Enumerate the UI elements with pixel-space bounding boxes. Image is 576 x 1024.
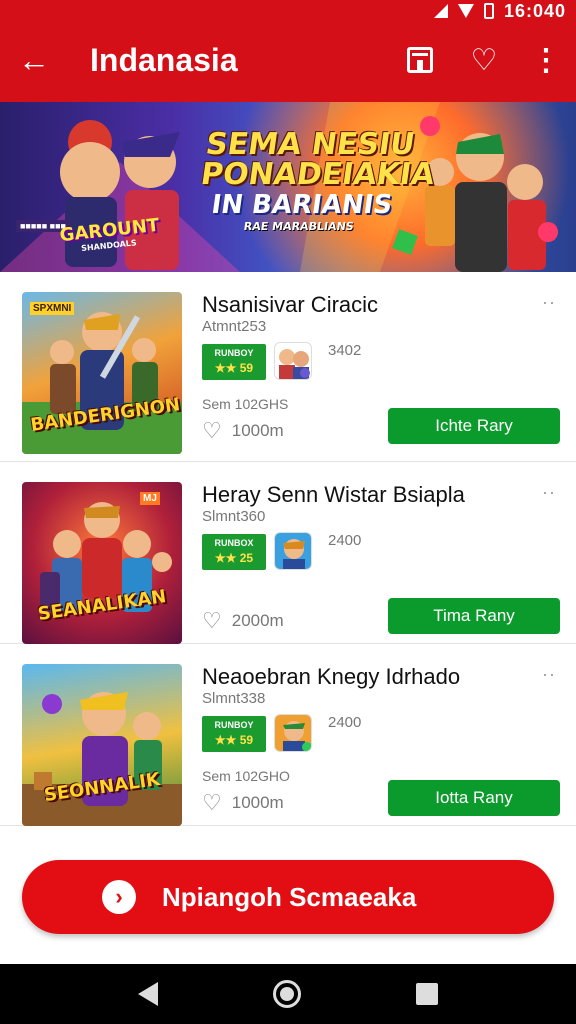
like-button[interactable]: ♡ 1000m	[202, 790, 284, 816]
heart-outline-icon: ♡	[202, 608, 222, 633]
wifi-icon	[457, 4, 474, 18]
banner-line-3: IN BARIANIS	[209, 190, 395, 220]
more-horiz-icon: ··	[542, 482, 556, 502]
app-name[interactable]: Neaoebran Knegy Idrhado	[202, 664, 460, 690]
heart-outline-icon: ♡	[202, 418, 222, 443]
nav-back-icon[interactable]	[137, 982, 158, 1006]
like-count: 1000m	[231, 421, 284, 440]
download-count: 3402	[328, 342, 362, 359]
app-size: Sem 102GHS	[202, 396, 289, 412]
rating-badge: RUNBOX ★★ 25	[202, 534, 266, 570]
more-horiz-icon: ··	[542, 664, 556, 684]
rating-stars: ★★ 59	[214, 733, 254, 747]
rating-label: RUNBOY	[214, 348, 254, 358]
item-more-button[interactable]: ··	[542, 292, 556, 313]
arrow-left-icon: ←	[18, 41, 50, 78]
mini-app-icon	[274, 532, 312, 570]
more-horiz-icon: ··	[542, 292, 556, 312]
mini-icon-art	[275, 715, 311, 751]
like-button[interactable]: ♡ 2000m	[202, 608, 284, 634]
store-button[interactable]	[402, 42, 438, 78]
app-size: Sem 102GHO	[202, 768, 290, 784]
list-item[interactable]: MJ SEANALIKAN Heray Senn Wistar Bsiapla …	[0, 462, 576, 644]
app-developer: Slmnt338	[202, 690, 266, 707]
more-vert-icon: ⋮	[531, 43, 561, 77]
heart-outline-icon: ♡	[202, 790, 222, 815]
thumbnail-tag: SPXMNI	[30, 302, 75, 315]
rating-label: RUNBOX	[214, 538, 254, 548]
list-item[interactable]: SPXMNI BANDERIGNON Nsanisivar Ciracic ··…	[0, 272, 576, 462]
app-thumbnail[interactable]: MJ SEANALIKAN	[22, 482, 182, 644]
app-root: 16:040 ← Indanasia ♡ ⋮ ■■■■■ ■■■ SEMA NE…	[0, 0, 576, 1024]
promo-banner[interactable]: ■■■■■ ■■■ SEMA NESIU PONADEIAKIA IN BARI…	[0, 102, 576, 272]
app-list: SPXMNI BANDERIGNON Nsanisivar Ciracic ··…	[0, 272, 576, 826]
banner-line-2: PONADEIAKIA	[198, 157, 437, 192]
primary-cta-button[interactable]: › Npiangoh Scmaeaka	[22, 860, 554, 934]
status-bar: 16:040	[433, 0, 566, 22]
more-options-button[interactable]: ⋮	[528, 42, 564, 78]
rating-stars: ★★ 59	[214, 361, 254, 375]
rating-badge: RUNBOY ★★ 59	[202, 344, 266, 380]
banner-line-4: RAE MARABLIANS	[242, 220, 355, 233]
mini-icon-art	[279, 349, 310, 379]
download-count: 2400	[328, 532, 362, 549]
store-icon	[407, 47, 433, 73]
app-thumbnail[interactable]: SEONNALIK	[22, 664, 182, 826]
app-name[interactable]: Nsanisivar Ciracic	[202, 292, 378, 318]
signal-icon	[433, 4, 448, 18]
back-button[interactable]: ←	[14, 40, 54, 80]
nav-home-icon[interactable]	[272, 980, 301, 1008]
mini-app-icon	[274, 342, 312, 380]
heart-icon: ♡	[470, 43, 498, 77]
rating-label: RUNBOY	[214, 720, 254, 730]
banner-headline: SEMA NESIU PONADEIAKIA IN BARIANIS RAE M…	[193, 127, 437, 234]
item-more-button[interactable]: ··	[542, 664, 556, 685]
favorites-button[interactable]: ♡	[466, 42, 502, 78]
download-count: 2400	[328, 714, 362, 731]
rating-stars: ★★ 25	[214, 551, 254, 565]
app-name[interactable]: Heray Senn Wistar Bsiapla	[202, 482, 465, 508]
page-title: Indanasia	[90, 42, 238, 78]
chevron-right-icon: ›	[102, 880, 136, 914]
mini-app-icon	[274, 714, 312, 752]
cta-label: Npiangoh Scmaeaka	[162, 881, 417, 912]
status-time: 16:040	[503, 0, 566, 21]
app-bar: 16:040 ← Indanasia ♡ ⋮	[0, 0, 576, 102]
app-developer: Atmnt253	[202, 318, 267, 335]
like-count: 1000m	[231, 793, 284, 812]
install-button[interactable]: Ichte Rary	[388, 408, 560, 444]
battery-icon	[483, 3, 494, 19]
thumbnail-tag: MJ	[140, 492, 160, 505]
nav-recent-icon[interactable]	[416, 983, 439, 1005]
app-thumbnail[interactable]: SPXMNI BANDERIGNON	[22, 292, 182, 454]
list-item[interactable]: SEONNALIK Neaoebran Knegy Idrhado ·· Slm…	[0, 644, 576, 826]
like-button[interactable]: ♡ 1000m	[202, 418, 284, 444]
system-nav-bar	[0, 964, 576, 1024]
like-count: 2000m	[231, 611, 284, 630]
install-button[interactable]: Tima Rany	[388, 598, 560, 634]
rating-badge: RUNBOY ★★ 59	[202, 716, 266, 752]
app-developer: Slmnt360	[202, 508, 266, 525]
install-button[interactable]: Iotta Rany	[388, 780, 560, 816]
mini-icon-art	[275, 533, 311, 569]
item-more-button[interactable]: ··	[542, 482, 556, 503]
banner-line-1: SEMA NESIU	[203, 127, 417, 162]
